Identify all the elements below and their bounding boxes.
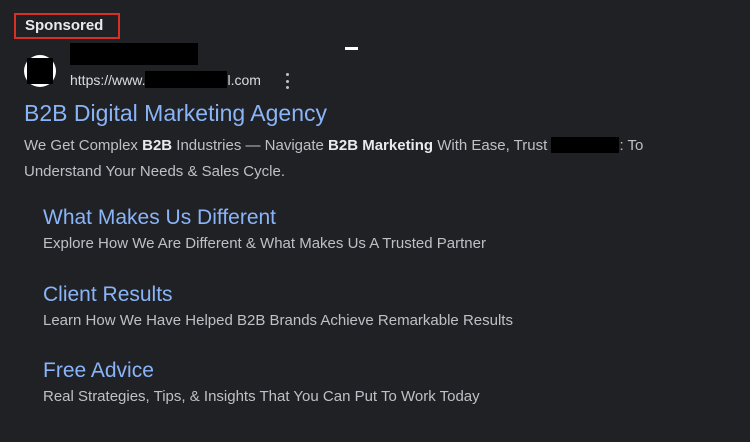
sponsored-label: Sponsored [14,13,120,39]
redacted-brand [551,137,620,153]
desc-part-2: Industries — Navigate [172,137,329,154]
more-vertical-icon[interactable] [280,72,294,90]
sitelink-what-makes-us-different: What Makes Us Different Explore How We A… [43,204,486,254]
desc-part-3: With Ease, Trust [433,137,552,154]
sitelink-description: Learn How We Have Helped B2B Brands Achi… [43,312,513,329]
redacted-mark [345,47,358,50]
sitelink-description: Real Strategies, Tips, & Insights That Y… [43,388,480,405]
desc-part-1: We Get Complex [24,137,143,154]
desc-bold-1: B2B [142,137,173,154]
sitelink-title[interactable]: What Makes Us Different [43,204,486,232]
ad-headline-link[interactable]: B2B Digital Marketing Agency [24,98,327,128]
sitelink-free-advice: Free Advice Real Strategies, Tips, & Ins… [43,357,480,407]
desc-bold-2: B2B Marketing [328,137,434,154]
redacted-domain [145,71,228,88]
sitelink-client-results: Client Results Learn How We Have Helped … [43,281,513,331]
display-url-prefix: https://www. [70,72,146,88]
site-favicon-icon[interactable] [24,55,56,87]
sitelink-description: Explore How We Are Different & What Make… [43,235,486,252]
redacted-site-name [70,43,198,65]
display-url[interactable]: https://www. l.com [70,71,261,89]
display-url-suffix: l.com [227,72,261,88]
sitelink-title[interactable]: Free Advice [43,357,480,385]
sitelink-title[interactable]: Client Results [43,281,513,309]
ad-description: We Get Complex B2B Industries — Navigate… [24,133,724,185]
favicon-redacted [27,58,53,84]
